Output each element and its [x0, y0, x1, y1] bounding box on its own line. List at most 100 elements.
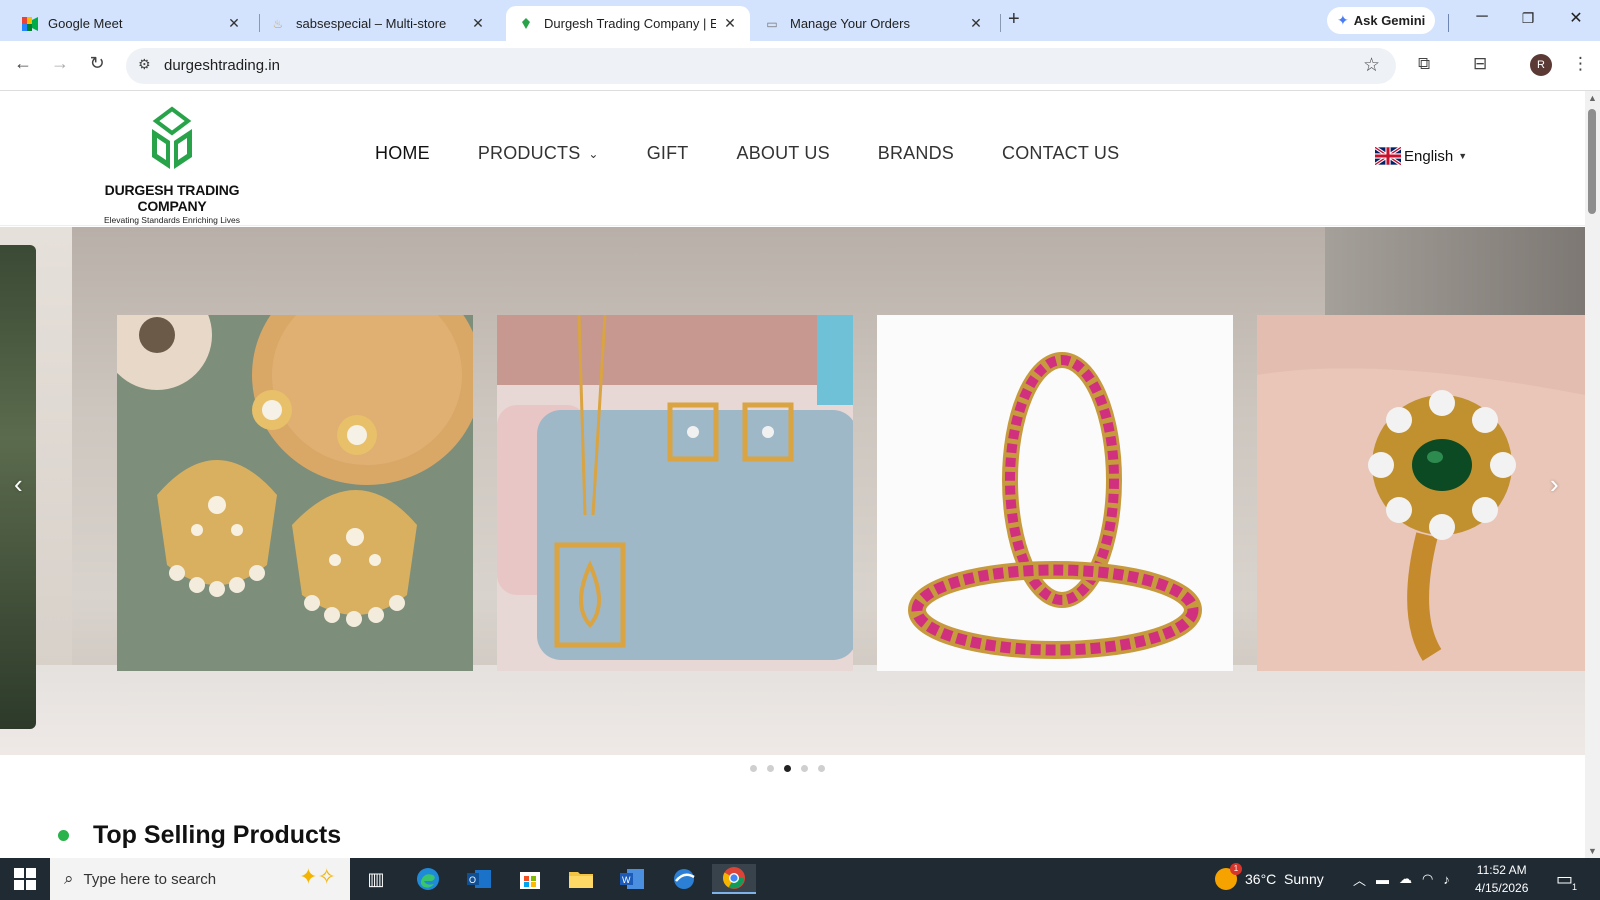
weather-text: 36°C Sunny	[1245, 871, 1324, 887]
close-icon[interactable]: ✕	[226, 15, 242, 32]
weather-alert-badge: 1	[1230, 863, 1242, 875]
nav-gift[interactable]: GIFT	[647, 143, 689, 164]
profile-avatar[interactable]: R	[1530, 54, 1552, 76]
nav-products[interactable]: PRODUCTS ⌄	[478, 143, 599, 164]
restore-icon[interactable]: ❐	[1508, 10, 1548, 27]
section-title: Top Selling Products	[93, 821, 342, 849]
chrome-icon[interactable]	[712, 864, 756, 894]
tab-title: Manage Your Orders	[790, 16, 910, 31]
bookmark-star-icon[interactable]: ☆	[1363, 54, 1380, 77]
extensions-puzzle-icon[interactable]: ⧉	[1418, 54, 1430, 74]
separator	[1448, 14, 1449, 32]
onedrive-cloud-icon[interactable]: ☁	[1399, 871, 1412, 887]
file-explorer-icon[interactable]	[563, 864, 599, 894]
carousel-dot[interactable]	[818, 765, 825, 772]
close-icon[interactable]: ✕	[722, 15, 738, 32]
green-bullet-icon	[58, 830, 69, 841]
menu-kebab-icon[interactable]: ⋮	[1572, 54, 1589, 74]
wifi-icon[interactable]: ◠	[1422, 871, 1433, 887]
carousel-slide-earrings[interactable]	[117, 315, 473, 671]
notification-center-icon[interactable]: ▭ 1	[1556, 858, 1577, 900]
carousel-dot-active[interactable]	[784, 765, 791, 772]
ring-image	[1257, 315, 1585, 671]
tab-durgesh-trading[interactable]: Durgesh Trading Company | Exp ✕	[506, 6, 750, 41]
site-info-icon[interactable]: ⚙	[138, 56, 151, 73]
web-page: DURGESH TRADING COMPANY Elevating Standa…	[0, 91, 1585, 858]
weather-sun-icon: 1	[1215, 863, 1242, 890]
carousel-pagination	[750, 765, 825, 772]
system-tray: ︿ ▬ ☁ ◠ ♪	[1353, 858, 1450, 900]
hero-carousel: ‹ ›	[0, 227, 1585, 755]
microsoft-store-icon[interactable]	[512, 864, 548, 894]
window-close-icon[interactable]: ✕	[1556, 8, 1596, 28]
page-scrollbar[interactable]: ▲ ▼	[1585, 91, 1600, 858]
ask-gemini-button[interactable]: ✦ Ask Gemini	[1327, 7, 1436, 34]
tab-search-icon[interactable]: ⊟	[1473, 54, 1487, 74]
app-swirl-icon[interactable]	[666, 864, 702, 894]
taskbar-clock[interactable]: 11:52 AM 4/15/2026	[1475, 861, 1528, 897]
language-selector[interactable]: English ▼	[1375, 147, 1467, 165]
close-icon[interactable]: ✕	[470, 15, 486, 32]
carousel-prev-arrow-icon[interactable]: ‹	[14, 469, 23, 500]
url-text[interactable]: durgeshtrading.in	[164, 57, 280, 74]
chevron-down-icon: ⌄	[588, 146, 599, 161]
earrings-image	[117, 315, 473, 671]
new-tab-plus-icon[interactable]: +	[1008, 8, 1020, 31]
tab-sabsespecial[interactable]: ♨ sabsespecial – Multi-store ✕	[258, 6, 498, 41]
show-hidden-icons-chevron-icon[interactable]: ︿	[1353, 870, 1366, 889]
main-navigation: HOME PRODUCTS ⌄ GIFT ABOUT US BRANDS CONT…	[375, 143, 1167, 164]
gemini-sparkle-icon: ✦	[1337, 12, 1349, 28]
tab-title: Google Meet	[48, 16, 123, 31]
tab-google-meet[interactable]: Google Meet ✕	[10, 6, 254, 41]
outlook-icon[interactable]: O	[461, 864, 497, 894]
scroll-up-icon[interactable]: ▲	[1588, 93, 1597, 103]
nav-brands[interactable]: BRANDS	[878, 143, 954, 164]
word-icon[interactable]: W	[614, 864, 650, 894]
google-meet-icon	[22, 16, 38, 32]
tab-manage-orders[interactable]: ▭ Manage Your Orders ✕	[752, 6, 996, 41]
battery-icon[interactable]: ▬	[1376, 872, 1389, 887]
scrollbar-thumb[interactable]	[1588, 109, 1596, 214]
taskbar-search-box[interactable]: ⌕ Type here to search ✦✧	[50, 858, 350, 900]
address-bar[interactable]: ⚙ durgeshtrading.in ☆	[126, 48, 1396, 84]
nav-contact-us[interactable]: CONTACT US	[1002, 143, 1119, 164]
language-label: English	[1404, 147, 1454, 165]
nav-about-us[interactable]: ABOUT US	[736, 143, 829, 164]
svg-text:W: W	[622, 875, 631, 885]
leaf-logo-icon	[152, 106, 192, 169]
minimize-icon[interactable]: ─	[1462, 8, 1502, 26]
tab-separator	[1000, 14, 1001, 32]
tab-title: Durgesh Trading Company | Exp	[544, 16, 716, 31]
durgesh-leaf-icon	[518, 16, 534, 32]
uk-flag-icon	[1375, 147, 1401, 165]
browser-tab-strip: Google Meet ✕ ♨ sabsespecial – Multi-sto…	[0, 0, 1600, 41]
nav-products-label: PRODUCTS	[477, 143, 581, 163]
scroll-down-icon[interactable]: ▼	[1588, 846, 1597, 856]
tab-title: sabsespecial – Multi-store	[296, 16, 447, 31]
carousel-next-arrow-icon[interactable]: ›	[1550, 469, 1559, 500]
back-arrow-icon[interactable]: ←	[11, 53, 35, 74]
nav-home[interactable]: HOME	[375, 143, 430, 164]
edge-browser-icon[interactable]	[410, 864, 446, 894]
store-icon: ♨	[272, 16, 284, 31]
reload-icon[interactable]: ↻	[85, 53, 109, 74]
task-view-icon[interactable]: ▥	[358, 864, 394, 894]
windows-start-icon[interactable]	[14, 868, 36, 890]
carousel-dot[interactable]	[801, 765, 808, 772]
forward-arrow-icon[interactable]: →	[48, 53, 72, 74]
close-icon[interactable]: ✕	[968, 15, 984, 32]
carousel-dot[interactable]	[750, 765, 757, 772]
volume-icon[interactable]: ♪	[1443, 872, 1450, 887]
carousel-slide-ring[interactable]	[1257, 315, 1585, 671]
windows-taskbar: ⌕ Type here to search ✦✧ ▥ O W 1 36°C Su…	[0, 858, 1600, 900]
logo-company-name: DURGESH TRADING COMPANY	[104, 182, 240, 214]
carousel-slide-pendant[interactable]	[497, 315, 853, 671]
orders-icon: ▭	[766, 16, 778, 31]
site-logo[interactable]: DURGESH TRADING COMPANY Elevating Standa…	[72, 105, 272, 225]
notification-count: 1	[1572, 881, 1578, 892]
ask-gemini-label: Ask Gemini	[1353, 13, 1426, 28]
browser-toolbar: ← → ↻ ⚙ durgeshtrading.in ☆ ⧉ ⊟ R ⋮	[0, 41, 1600, 91]
carousel-dot[interactable]	[767, 765, 774, 772]
carousel-slide-bangles[interactable]	[877, 315, 1233, 671]
weather-widget[interactable]: 1 36°C Sunny	[1215, 858, 1324, 900]
